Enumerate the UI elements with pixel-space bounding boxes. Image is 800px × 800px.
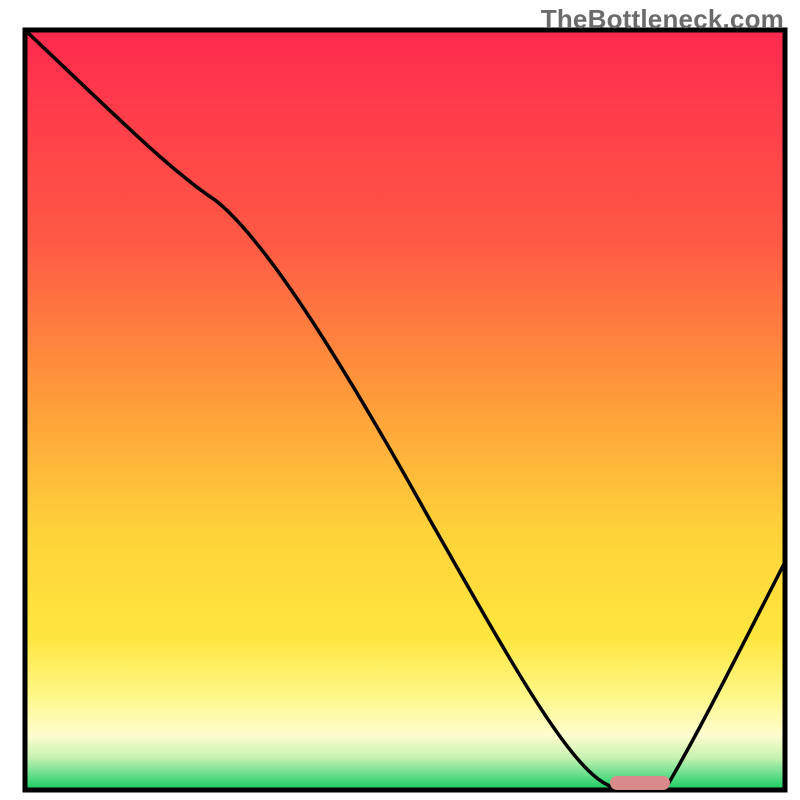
watermark-text: TheBottleneck.com (541, 4, 784, 35)
bottleneck-plot (0, 0, 800, 800)
heat-gradient-bg (27, 32, 783, 788)
plateau-marker (610, 776, 670, 790)
chart-container: TheBottleneck.com (0, 0, 800, 800)
plot-area (25, 30, 785, 790)
